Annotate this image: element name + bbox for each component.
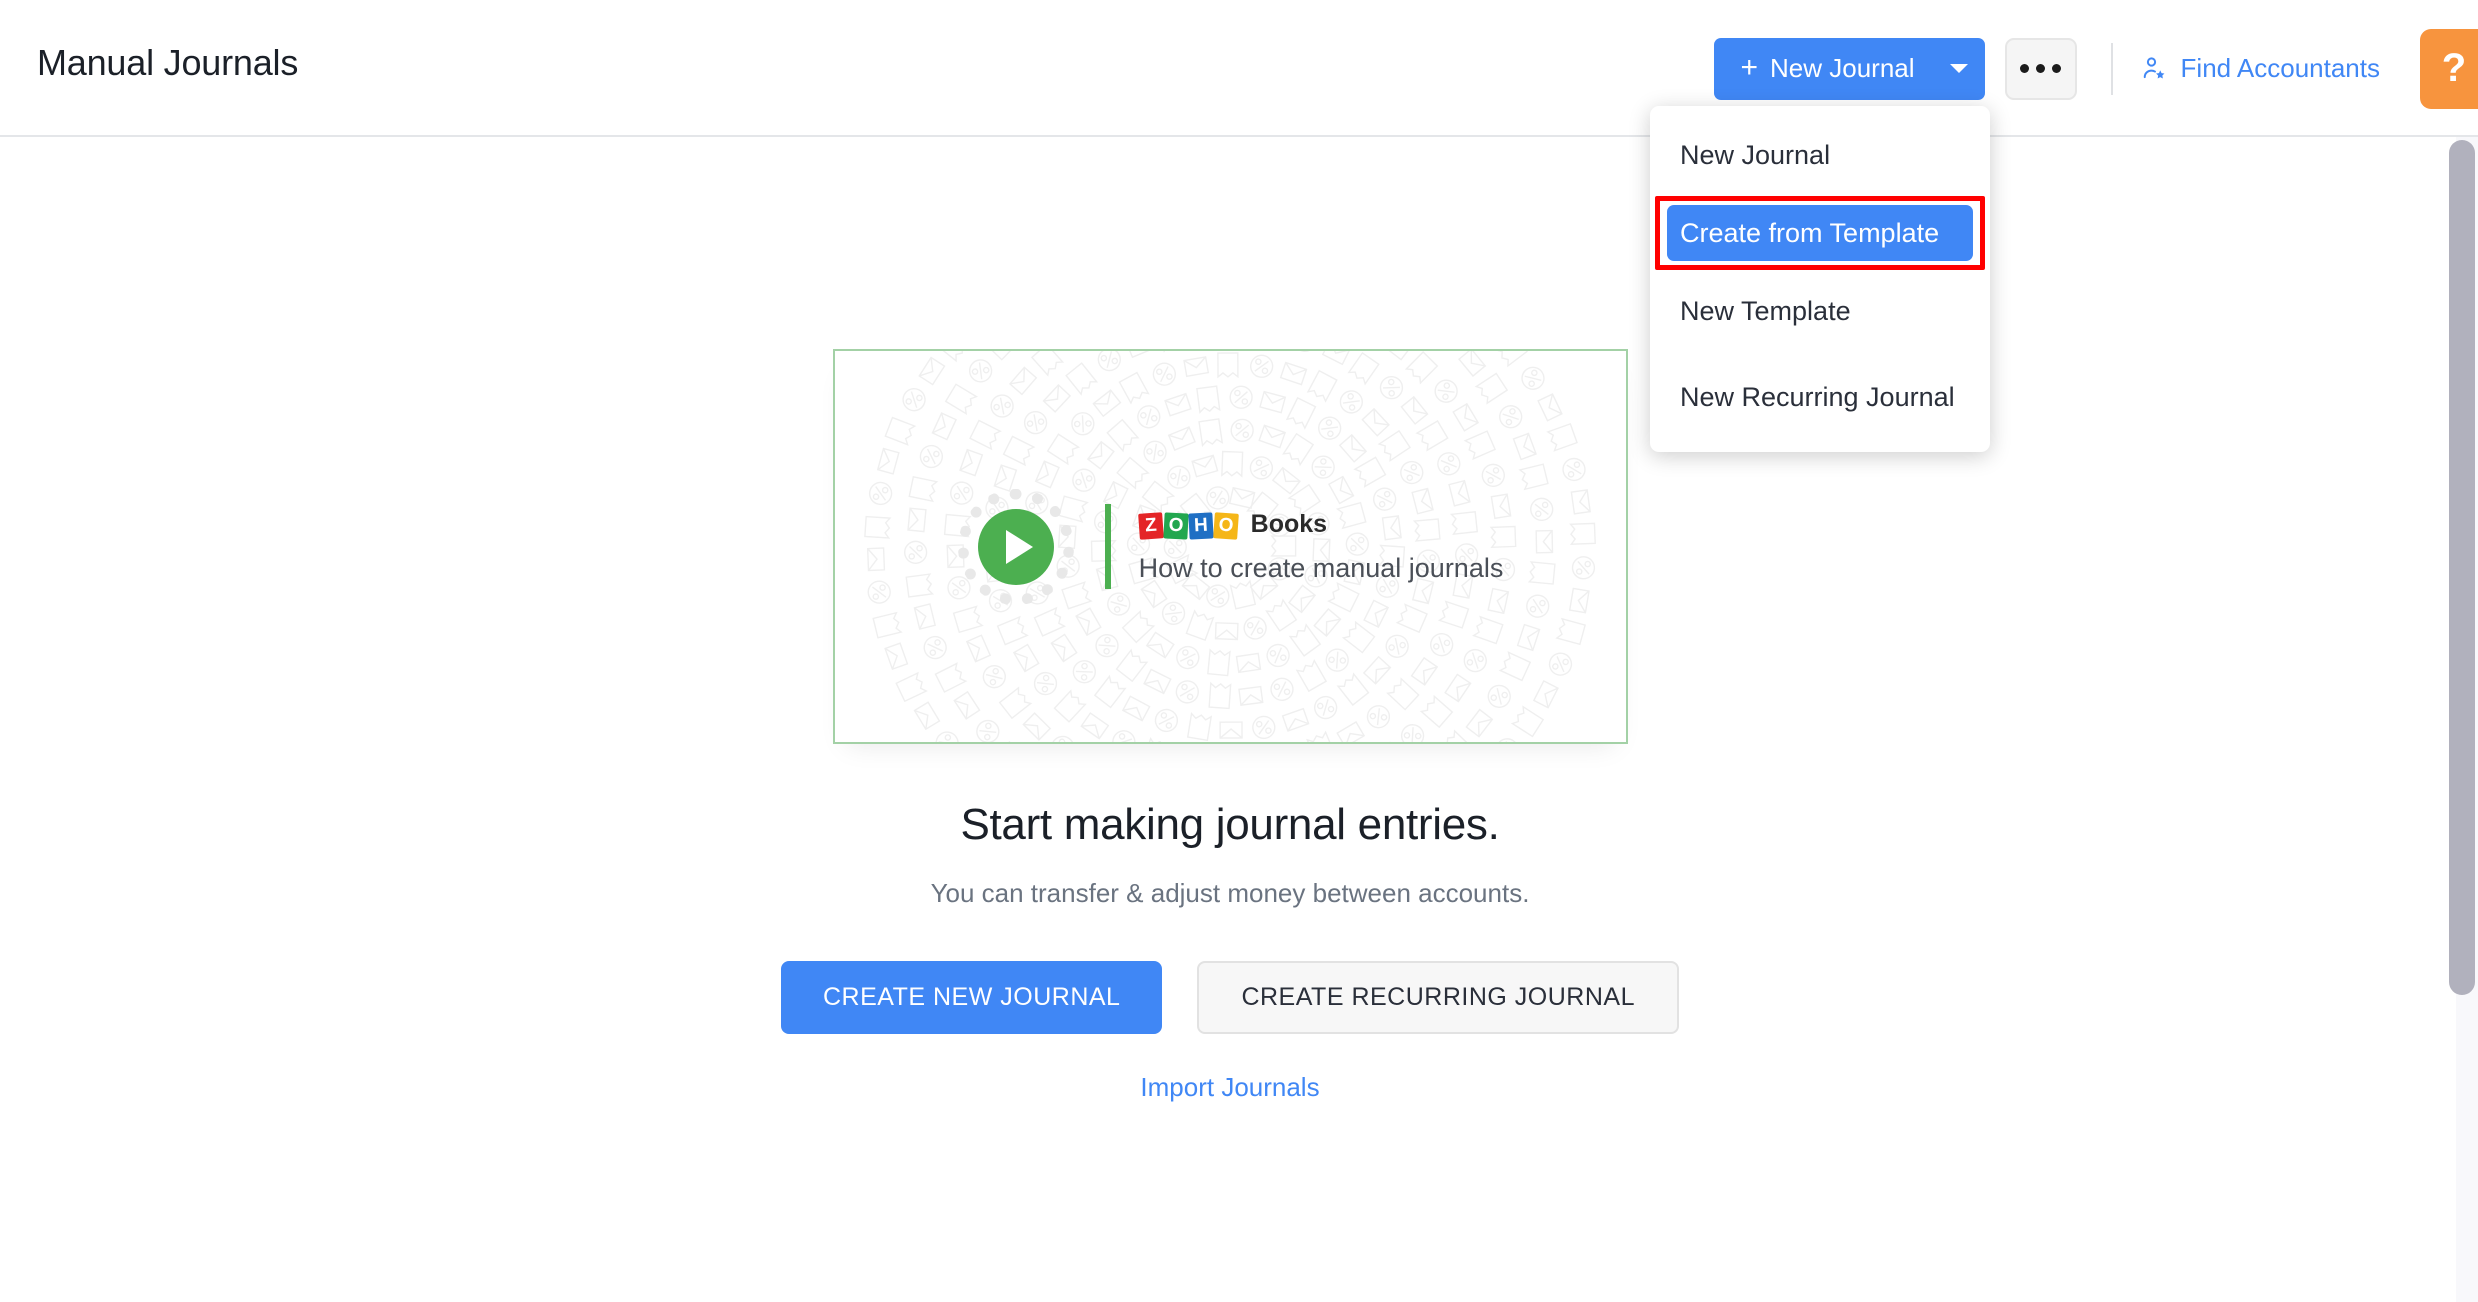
- new-journal-button[interactable]: + New Journal: [1714, 38, 1932, 100]
- menu-item-label: New Journal: [1680, 140, 1830, 171]
- play-ring-decoration: [958, 489, 1074, 605]
- main-content: Z O H O Books How to create manual journ…: [0, 137, 2460, 1302]
- menu-item-create-from-template-highlighted[interactable]: Create from Template: [1667, 205, 1973, 261]
- create-new-journal-button[interactable]: CREATE NEW JOURNAL: [781, 961, 1162, 1034]
- zoho-books-logo: Z O H O Books: [1139, 509, 1504, 539]
- video-card-text: Z O H O Books How to create manual journ…: [1139, 509, 1504, 584]
- header-divider: [2111, 43, 2113, 95]
- plus-icon: +: [1740, 53, 1758, 83]
- chevron-down-icon: [1950, 64, 1968, 73]
- empty-state-headline: Start making journal entries.: [960, 800, 1499, 850]
- ellipsis-icon: [2052, 64, 2061, 73]
- help-button[interactable]: ?: [2420, 29, 2478, 109]
- new-journal-dropdown-toggle[interactable]: [1933, 38, 1985, 100]
- new-journal-button-label: New Journal: [1770, 53, 1915, 84]
- create-recurring-journal-button[interactable]: CREATE RECURRING JOURNAL: [1197, 961, 1679, 1034]
- app-window: Manual Journals + New Journal: [0, 0, 2478, 1302]
- find-accountants-link[interactable]: Find Accountants: [2141, 53, 2380, 84]
- new-journal-split-button[interactable]: + New Journal: [1714, 38, 1984, 100]
- more-options-button[interactable]: [2005, 38, 2077, 100]
- empty-state-subtext: You can transfer & adjust money between …: [931, 878, 1530, 909]
- question-mark-icon: ?: [2442, 46, 2466, 91]
- video-card-body: Z O H O Books How to create manual journ…: [835, 351, 1626, 742]
- vertical-scrollbar-thumb[interactable]: [2449, 140, 2475, 995]
- menu-item-new-template[interactable]: New Template: [1650, 274, 1990, 348]
- tutorial-video-card[interactable]: Z O H O Books How to create manual journ…: [833, 349, 1628, 744]
- find-accountants-label: Find Accountants: [2181, 53, 2380, 84]
- user-star-icon: [2141, 55, 2169, 83]
- zoho-logo-blocks: Z O H O: [1139, 509, 1239, 539]
- books-wordmark: Books: [1251, 510, 1327, 539]
- page-header: Manual Journals + New Journal: [0, 0, 2478, 137]
- accent-bar: [1105, 504, 1111, 589]
- menu-item-new-recurring-journal[interactable]: New Recurring Journal: [1650, 360, 1990, 434]
- page-title: Manual Journals: [37, 42, 298, 84]
- menu-item-label: New Template: [1680, 296, 1851, 327]
- menu-item-label: New Recurring Journal: [1680, 382, 1955, 413]
- menu-item-new-journal[interactable]: New Journal: [1650, 118, 1990, 192]
- empty-state: Z O H O Books How to create manual journ…: [0, 137, 2460, 1103]
- menu-item-create-from-template[interactable]: Create from Template: [1650, 196, 1990, 270]
- import-journals-link[interactable]: Import Journals: [1140, 1072, 1319, 1103]
- zoho-block-z: Z: [1138, 512, 1164, 540]
- video-caption: How to create manual journals: [1139, 553, 1504, 584]
- zoho-block-h: H: [1188, 512, 1213, 539]
- menu-item-label: Create from Template: [1680, 218, 1939, 249]
- new-journal-dropdown-menu: New Journal Create from Template New Tem…: [1650, 106, 1990, 452]
- zoho-block-o2: O: [1213, 512, 1239, 540]
- zoho-block-o1: O: [1163, 512, 1188, 539]
- ellipsis-icon: [2020, 64, 2029, 73]
- cta-button-row: CREATE NEW JOURNAL CREATE RECURRING JOUR…: [781, 961, 1679, 1034]
- play-button[interactable]: [957, 488, 1075, 606]
- ellipsis-icon: [2036, 64, 2045, 73]
